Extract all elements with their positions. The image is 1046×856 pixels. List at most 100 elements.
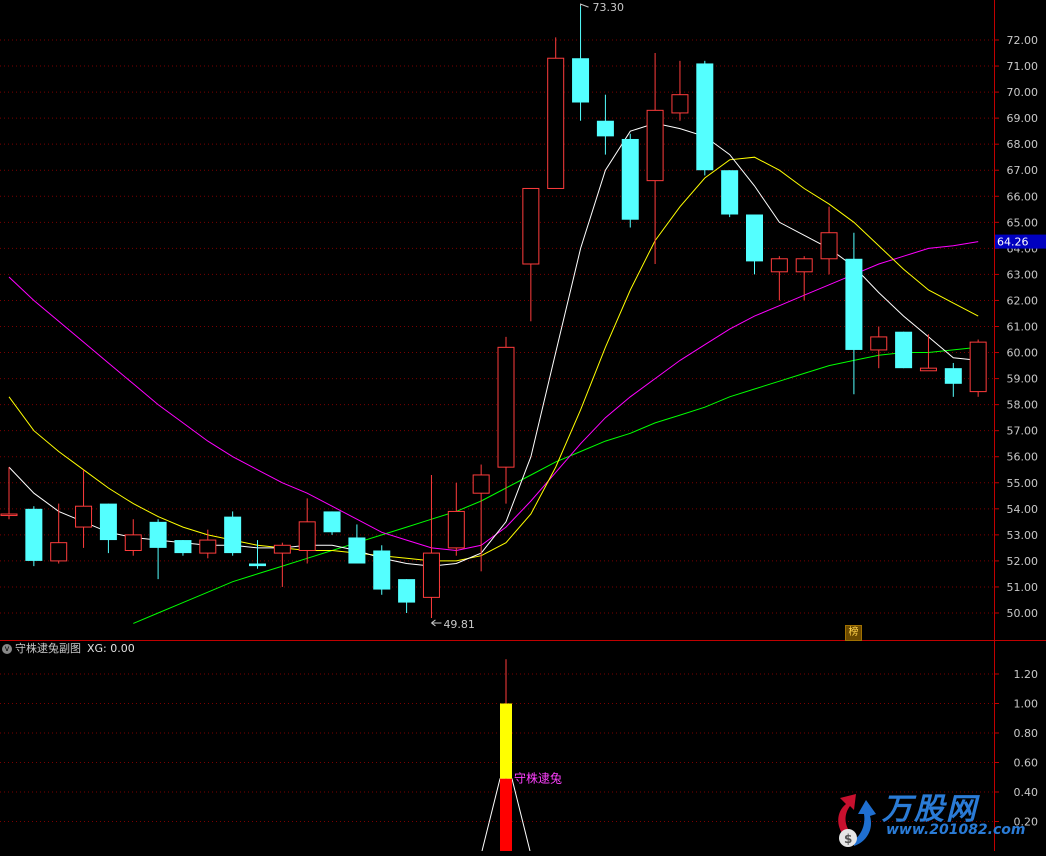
price-tick-label: 72.00	[1007, 34, 1039, 47]
indicator-tick-label: 1.20	[1014, 668, 1039, 681]
candle-body	[721, 170, 739, 215]
candle-body	[124, 534, 142, 551]
price-tick-label: 67.00	[1007, 164, 1039, 177]
candle-down	[99, 503, 117, 554]
signal-label: 守株逮兔	[514, 771, 562, 786]
candle-up	[124, 519, 142, 556]
candle-body	[746, 214, 763, 262]
candle-body	[845, 258, 863, 350]
low-price-label: 49.81	[443, 618, 475, 631]
price-tick-label: 51.00	[1007, 581, 1039, 594]
candle-body	[820, 232, 838, 260]
candle-body	[696, 63, 714, 171]
candle-body	[919, 367, 937, 372]
candle-down	[224, 511, 242, 556]
price-tick-label: 66.00	[1007, 190, 1039, 203]
price-tick-label: 65.00	[1007, 216, 1039, 229]
indicator-tick-label: 0.60	[1014, 757, 1039, 770]
candle-up	[770, 256, 788, 301]
candle-body	[547, 57, 565, 189]
ranking-badge[interactable]: 榜	[845, 625, 862, 641]
indicator-tick-label: 1.00	[1014, 698, 1039, 711]
signal-bar-yellow	[500, 703, 512, 779]
candle-down	[398, 579, 416, 613]
candle-body	[572, 58, 590, 103]
candle-body	[770, 258, 788, 273]
candle-body	[249, 563, 266, 567]
chevron-down-icon[interactable]: v	[2, 644, 12, 654]
candle-body	[75, 505, 93, 528]
logo-mark-icon: $	[838, 794, 876, 847]
candle-body	[273, 544, 291, 554]
price-tick-label: 63.00	[1007, 268, 1039, 281]
ma-yellow-line	[8, 156, 979, 562]
candle-body	[646, 109, 664, 182]
candle-body	[422, 552, 440, 598]
signal-bar-red	[500, 778, 512, 851]
candle-up	[671, 60, 689, 121]
candle-body	[199, 539, 217, 554]
candle-body	[149, 521, 167, 548]
candle-up	[298, 498, 316, 564]
candle-up	[870, 326, 888, 369]
price-tick-label: 70.00	[1007, 86, 1039, 99]
candle-down	[373, 545, 391, 595]
candle-body	[298, 521, 316, 551]
price-tick-label: 53.00	[1007, 529, 1039, 542]
price-tick-label: 55.00	[1007, 477, 1039, 490]
candle-down	[323, 511, 341, 535]
candle-body	[522, 187, 540, 265]
candle-up	[820, 206, 838, 275]
status-strip	[0, 851, 1046, 856]
candle-body	[472, 474, 490, 494]
price-tick-label: 58.00	[1007, 399, 1039, 412]
indicator-header: v 守株逮兔副图 XG: 0.00	[0, 641, 135, 657]
candle-up	[969, 339, 987, 397]
candle-body	[99, 503, 117, 541]
candle-body	[25, 508, 43, 561]
ma-magenta-line	[8, 241, 979, 552]
price-tick-label: 57.00	[1007, 425, 1039, 438]
candle-up	[547, 37, 565, 189]
candle-up	[199, 529, 217, 559]
candle-body	[224, 516, 242, 554]
price-tick-label: 54.00	[1007, 503, 1039, 516]
candle-up	[50, 503, 68, 564]
high-marker-icon	[580, 3, 589, 8]
candle-body	[373, 550, 391, 590]
candle-down	[348, 524, 366, 564]
candle-up	[75, 469, 93, 548]
indicator-tick-label: 0.80	[1014, 727, 1039, 740]
logo-url-text: www.201082.com	[886, 822, 1026, 838]
price-tick-label: 68.00	[1007, 138, 1039, 151]
candle-down	[944, 362, 962, 397]
candle-up	[447, 482, 465, 556]
price-tick-label: 60.00	[1007, 347, 1039, 360]
candle-down	[746, 214, 763, 275]
candle-body	[174, 540, 192, 554]
candle-down	[174, 540, 192, 556]
price-tick-label: 59.00	[1007, 373, 1039, 386]
price-tick-label: 56.00	[1007, 451, 1039, 464]
candle-body	[944, 368, 962, 384]
candle-down	[25, 506, 43, 567]
candle-down	[621, 133, 639, 228]
low-marker-icon	[431, 619, 442, 627]
indicator-name: 守株逮兔副图	[15, 642, 81, 655]
candle-body	[969, 341, 987, 393]
candle-body	[348, 537, 366, 564]
candle-down	[696, 60, 714, 176]
candle-body	[795, 258, 813, 273]
svg-text:$: $	[844, 832, 852, 846]
candle-up	[795, 256, 813, 301]
candle-down	[845, 232, 863, 395]
candle-body	[0, 513, 18, 517]
candle-down	[721, 170, 739, 218]
price-tick-label: 52.00	[1007, 555, 1039, 568]
ma-white-line	[8, 122, 979, 567]
price-tick-label: 69.00	[1007, 112, 1039, 125]
candle-body	[50, 542, 68, 562]
candle-body	[895, 331, 913, 369]
candle-body	[870, 336, 888, 351]
current-price-label: 64.26	[997, 236, 1029, 249]
